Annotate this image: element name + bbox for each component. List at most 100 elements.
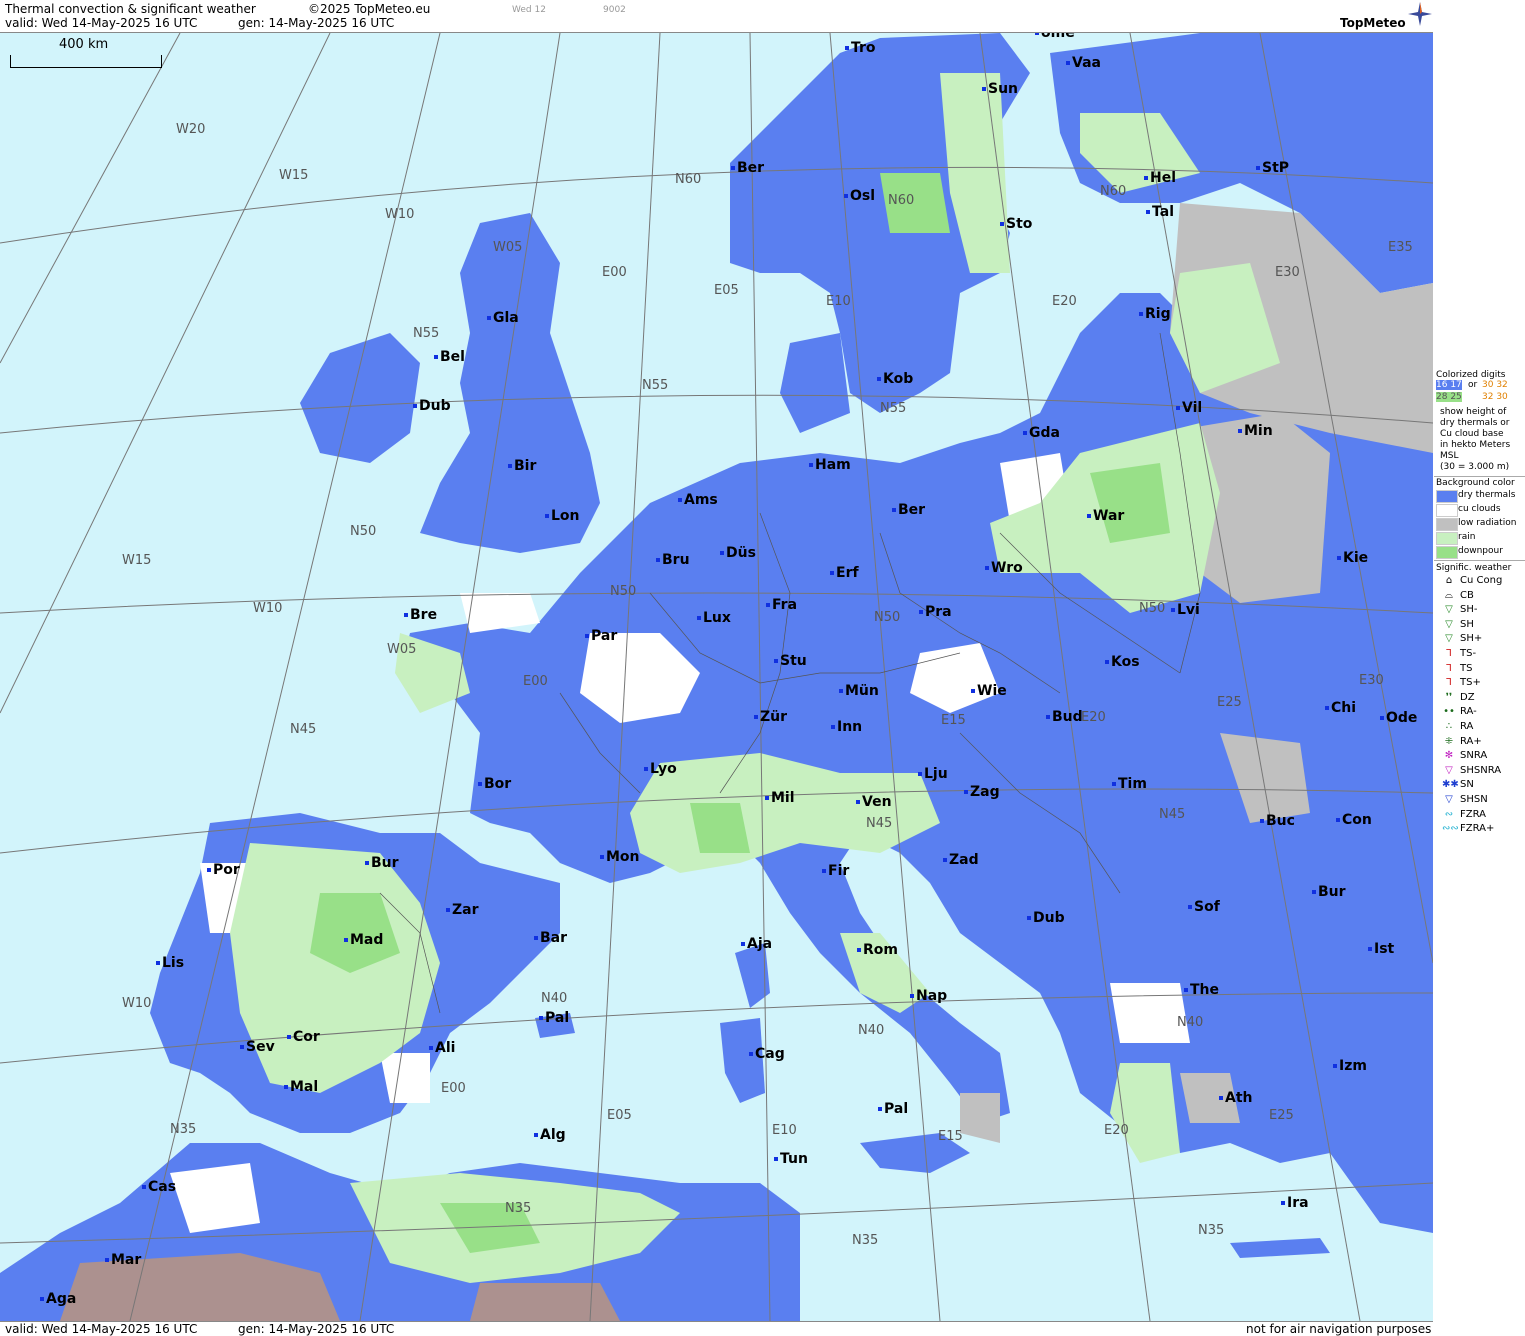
city-label[interactable]: Cor — [287, 1029, 320, 1045]
city-label[interactable]: Lyo — [644, 761, 677, 777]
city-label[interactable]: Bel — [434, 349, 465, 365]
city-label[interactable]: Nap — [909, 988, 947, 1004]
city-label[interactable]: Ven — [856, 794, 892, 810]
city-label[interactable]: Sun — [981, 81, 1018, 97]
city-label[interactable]: Ham — [809, 457, 851, 473]
city-label[interactable]: Wro — [985, 560, 1023, 576]
city-label[interactable]: War — [1086, 508, 1124, 524]
city-label[interactable]: Vaa — [1066, 55, 1101, 71]
city-label[interactable]: Bru — [656, 552, 690, 568]
city-label[interactable]: Bar — [533, 930, 567, 946]
city-label[interactable]: Pra — [919, 604, 952, 620]
city-label[interactable]: Pal — [877, 1101, 908, 1117]
city-label[interactable]: Bir — [507, 458, 536, 474]
city-label[interactable]: Con — [1336, 812, 1372, 828]
city-label[interactable]: Vil — [1175, 400, 1202, 416]
legend-sig-label: SHSN — [1460, 794, 1488, 805]
city-label[interactable]: Dub — [413, 398, 451, 414]
city-label[interactable]: Pal — [538, 1010, 569, 1026]
city-label[interactable]: Ist — [1367, 941, 1394, 957]
city-label[interactable]: ome — [1035, 33, 1075, 41]
grid-label: N40 — [858, 1023, 885, 1038]
city-label[interactable]: Ira — [1281, 1195, 1309, 1211]
legend-sig-label: SN — [1460, 779, 1474, 791]
city-label[interactable]: Lux — [697, 610, 731, 626]
city-label[interactable]: Mal — [283, 1079, 318, 1095]
city-label[interactable]: Bre — [403, 607, 437, 623]
city-label[interactable]: Alg — [534, 1127, 566, 1143]
city-label[interactable]: Ath — [1219, 1090, 1253, 1106]
city-label[interactable]: Ode — [1379, 710, 1417, 726]
city-label[interactable]: Hel — [1143, 170, 1176, 186]
weather-symbol-icon: ▽ — [1445, 604, 1453, 616]
city-label[interactable]: Aga — [39, 1291, 76, 1307]
city-label[interactable]: Lvi — [1171, 602, 1200, 618]
city-label[interactable]: Zür — [753, 709, 787, 725]
city-label[interactable]: Zad — [943, 852, 979, 868]
city-label[interactable]: Mün — [839, 683, 879, 699]
city-label[interactable]: Tun — [774, 1151, 808, 1167]
city-label[interactable]: Tro — [845, 40, 876, 56]
grid-label: W10 — [385, 207, 415, 222]
city-label[interactable]: Ber — [891, 502, 925, 518]
city-label[interactable]: Bur — [365, 855, 399, 871]
city-label[interactable]: Por — [207, 862, 240, 878]
day-label: Wed 12 — [512, 5, 546, 15]
weather-map[interactable]: 400 km W20 W15 W10 W05 E00 E05 E10 E20 E… — [0, 33, 1433, 1321]
city-label[interactable]: Min — [1238, 423, 1273, 439]
city-label[interactable]: Düs — [720, 545, 756, 561]
city-label[interactable]: Cas — [141, 1179, 176, 1195]
city-label[interactable]: Cag — [749, 1046, 785, 1062]
grid-label: N45 — [290, 722, 317, 737]
city-label[interactable]: Chi — [1324, 700, 1356, 716]
city-label[interactable]: Gda — [1023, 425, 1060, 441]
city-label[interactable]: The — [1183, 982, 1219, 998]
city-label[interactable]: Sev — [240, 1039, 275, 1055]
city-label[interactable]: Sto — [999, 216, 1032, 232]
legend-desc: dry thermals or — [1440, 418, 1510, 428]
city-label[interactable]: Dub — [1027, 910, 1065, 926]
city-label[interactable]: Tal — [1146, 204, 1174, 220]
city-label[interactable]: Osl — [843, 188, 875, 204]
city-label[interactable]: Ams — [678, 492, 718, 508]
city-label[interactable]: Aja — [740, 936, 772, 952]
city-label[interactable]: Gla — [487, 310, 519, 326]
city-label[interactable]: Lis — [155, 955, 184, 971]
city-label[interactable]: Zar — [446, 902, 479, 918]
city-label[interactable]: Bor — [477, 776, 511, 792]
city-label[interactable]: Lon — [545, 508, 580, 524]
grid-label: W10 — [253, 601, 283, 616]
city-label[interactable]: Bud — [1046, 709, 1083, 725]
city-label[interactable]: Kie — [1336, 550, 1368, 566]
city-label[interactable]: Fir — [821, 863, 849, 879]
city-label[interactable]: Wie — [971, 683, 1007, 699]
city-label[interactable]: Mil — [765, 790, 795, 806]
city-label[interactable]: Erf — [830, 565, 859, 581]
grid-label: W10 — [122, 996, 152, 1011]
grid-label: E10 — [826, 294, 851, 309]
city-label[interactable]: Mon — [600, 849, 640, 865]
city-label[interactable]: Sof — [1188, 899, 1220, 915]
city-label[interactable]: Rig — [1139, 306, 1171, 322]
city-label[interactable]: Tim — [1112, 776, 1147, 792]
city-label[interactable]: Mad — [343, 932, 383, 948]
city-label[interactable]: Par — [584, 628, 617, 644]
city-label[interactable]: StP — [1255, 160, 1289, 176]
city-label[interactable]: Zag — [964, 784, 1000, 800]
city-label[interactable]: Inn — [830, 719, 862, 735]
city-label[interactable]: Fra — [765, 597, 797, 613]
legend-sig-label: SH — [1460, 618, 1474, 630]
city-label[interactable]: Stu — [774, 653, 807, 669]
city-label[interactable]: Lju — [918, 766, 948, 782]
city-label[interactable]: Buc — [1260, 813, 1295, 829]
city-label[interactable]: Mar — [104, 1252, 141, 1268]
city-label[interactable]: Izm — [1333, 1058, 1367, 1074]
grid-label: N35 — [852, 1233, 879, 1248]
city-label[interactable]: Rom — [857, 942, 898, 958]
city-label[interactable]: Kos — [1105, 654, 1140, 670]
city-label[interactable]: Ber — [730, 160, 764, 176]
topmeteo-logo[interactable]: TopMeteo — [1340, 16, 1406, 30]
city-label[interactable]: Ali — [428, 1040, 455, 1056]
city-label[interactable]: Kob — [876, 371, 913, 387]
city-label[interactable]: Bur — [1312, 884, 1346, 900]
